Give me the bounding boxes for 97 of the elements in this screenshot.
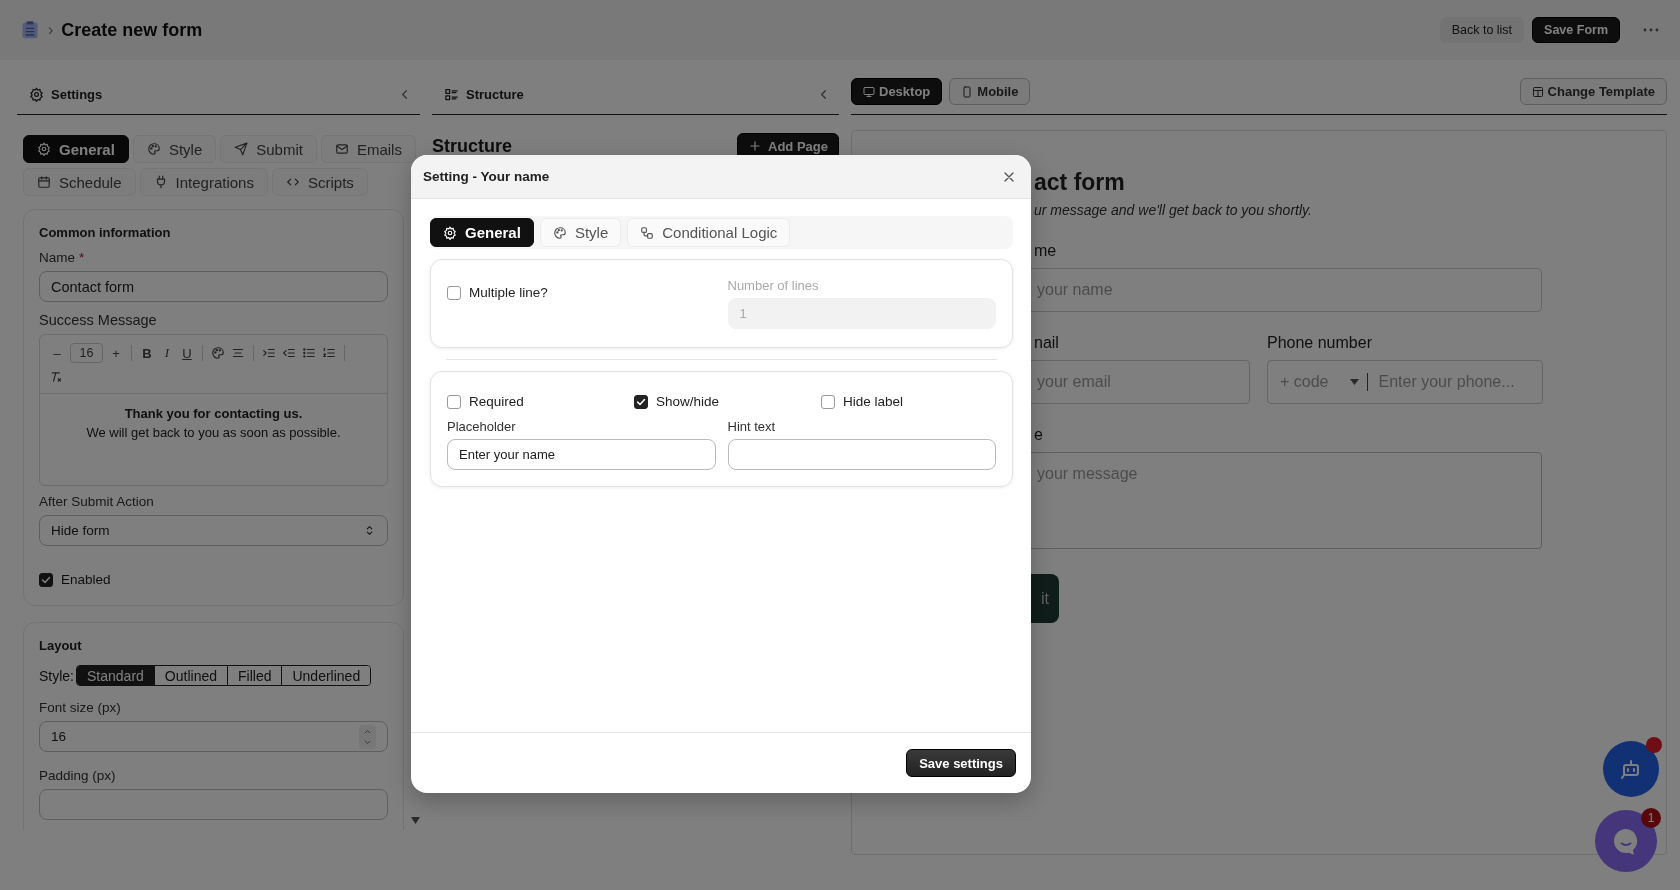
- placeholder-field[interactable]: Enter your name: [447, 439, 716, 470]
- form-subtitle: ur message and we'll get back to you shortly.: [1033, 202, 1313, 218]
- clipboard-icon[interactable]: [20, 20, 40, 40]
- breadcrumb-separator: ›: [48, 21, 54, 39]
- font-size-field[interactable]: 16: [39, 721, 388, 752]
- bold-button[interactable]: B: [140, 345, 154, 361]
- section-heading: Common information: [39, 225, 171, 240]
- notification-dot: [1646, 737, 1662, 753]
- gear-icon: [29, 87, 44, 102]
- decrease-button[interactable]: –: [50, 345, 64, 361]
- checkbox[interactable]: [447, 285, 461, 300]
- change-template-button[interactable]: Change Template: [1519, 78, 1667, 105]
- linked-squares-icon: [640, 225, 655, 240]
- page-title: Create new form: [61, 19, 203, 41]
- checkbox[interactable]: [634, 394, 648, 409]
- calendar-icon: [37, 175, 51, 189]
- hint-text-field[interactable]: [727, 439, 996, 470]
- palette-icon: [146, 142, 161, 156]
- message-text: Thank you for contacting us.: [123, 405, 304, 423]
- clear-format-icon: [50, 370, 64, 384]
- form-title: act form: [1033, 169, 1126, 196]
- palette-icon: [211, 346, 225, 360]
- settings-tab[interactable]: Emails: [320, 135, 416, 163]
- back-to-list-button[interactable]: Back to list: [1439, 17, 1525, 43]
- field-label: Placeholder: [447, 419, 517, 434]
- settings-tab[interactable]: Schedule: [23, 168, 136, 196]
- checkbox[interactable]: [39, 572, 53, 587]
- font-size-field[interactable]: 16: [70, 343, 103, 363]
- field-label: Font size (px): [39, 700, 121, 715]
- after-submit-select[interactable]: Hide form: [39, 515, 388, 546]
- notification-badge: 1: [1641, 808, 1661, 828]
- panel-title: Settings: [51, 87, 103, 102]
- checkbox-label: Required: [469, 394, 524, 409]
- field-label: Style:: [39, 667, 74, 684]
- field-label: Hint text: [727, 419, 777, 434]
- bullet-list-icon: [302, 346, 316, 360]
- code-icon: [285, 175, 300, 189]
- indent-icon: [262, 346, 276, 360]
- caret-icon: [1350, 379, 1360, 385]
- field-label: After Submit Action: [39, 494, 154, 509]
- message-text: We will get back to you as soon as possible.: [85, 424, 342, 442]
- name-field[interactable]: Contact form: [39, 271, 388, 302]
- style-option[interactable]: Standard: [77, 666, 154, 685]
- increase-button[interactable]: +: [109, 345, 123, 361]
- save-form-button[interactable]: Save Form: [1532, 17, 1620, 43]
- template-icon: [1531, 85, 1544, 98]
- phone-icon: [961, 85, 974, 98]
- field-label: e: [1033, 426, 1044, 444]
- envelope-icon: [334, 142, 349, 156]
- rich-text-editor[interactable]: – 16 + B I U Thank you for contacting us. We will get back to you as soon as possible.: [39, 334, 388, 486]
- field-label: nail: [1033, 334, 1060, 352]
- list-icon: [444, 87, 459, 102]
- style-option[interactable]: Underlined: [281, 666, 371, 685]
- panel-title: Structure: [466, 87, 524, 102]
- gear-icon: [37, 142, 51, 156]
- view-tab[interactable]: Mobile: [949, 78, 1031, 105]
- padding-field[interactable]: [39, 789, 388, 820]
- plus-icon: [748, 139, 763, 153]
- settings-tab[interactable]: General: [23, 135, 129, 163]
- checkbox-label: Enabled: [61, 572, 111, 587]
- scroll-down-icon[interactable]: [411, 817, 420, 824]
- dialog-tab[interactable]: General: [430, 218, 534, 247]
- checkbox-label: Multiple line?: [469, 285, 548, 300]
- dialog-tab[interactable]: Style: [539, 218, 622, 247]
- align-center-icon: [231, 346, 245, 360]
- numbered-list-icon: [322, 346, 336, 360]
- settings-tab[interactable]: Integrations: [139, 168, 268, 196]
- view-tab[interactable]: Desktop: [851, 78, 943, 105]
- chatbot-button[interactable]: [1603, 741, 1659, 797]
- required-mark: *: [79, 250, 85, 265]
- field-label: Phone number: [1267, 334, 1373, 352]
- palette-icon: [552, 225, 567, 240]
- field-label: Success Message: [39, 312, 157, 328]
- settings-tab[interactable]: Style: [132, 135, 217, 163]
- gear-icon: [443, 225, 457, 240]
- checkbox[interactable]: [821, 394, 835, 409]
- outdent-icon: [282, 346, 296, 360]
- checkbox-label: Hide label: [843, 394, 904, 409]
- underline-button[interactable]: U: [180, 345, 194, 361]
- section-heading: Structure: [432, 135, 512, 157]
- dialog-tab[interactable]: Conditional Logic: [627, 218, 791, 247]
- settings-tab[interactable]: Scripts: [271, 168, 368, 196]
- settings-tab[interactable]: Submit: [220, 135, 317, 163]
- paper-plane-icon: [234, 142, 249, 156]
- save-settings-button[interactable]: Save settings: [906, 749, 1016, 777]
- checkbox-label: Show/hide: [656, 394, 720, 409]
- field-label: Number of lines: [727, 278, 820, 293]
- number-of-lines-field[interactable]: 1: [727, 298, 996, 329]
- more-icon[interactable]: [1642, 27, 1660, 33]
- checkbox[interactable]: [447, 394, 461, 409]
- dialog-title: Setting - Your name: [423, 169, 550, 184]
- section-heading: Layout: [39, 638, 82, 653]
- field-label: Name: [39, 250, 75, 265]
- field-label: me: [1033, 242, 1058, 260]
- monitor-icon: [863, 85, 875, 98]
- italic-button[interactable]: I: [160, 345, 174, 361]
- field-label: Padding (px): [39, 768, 116, 783]
